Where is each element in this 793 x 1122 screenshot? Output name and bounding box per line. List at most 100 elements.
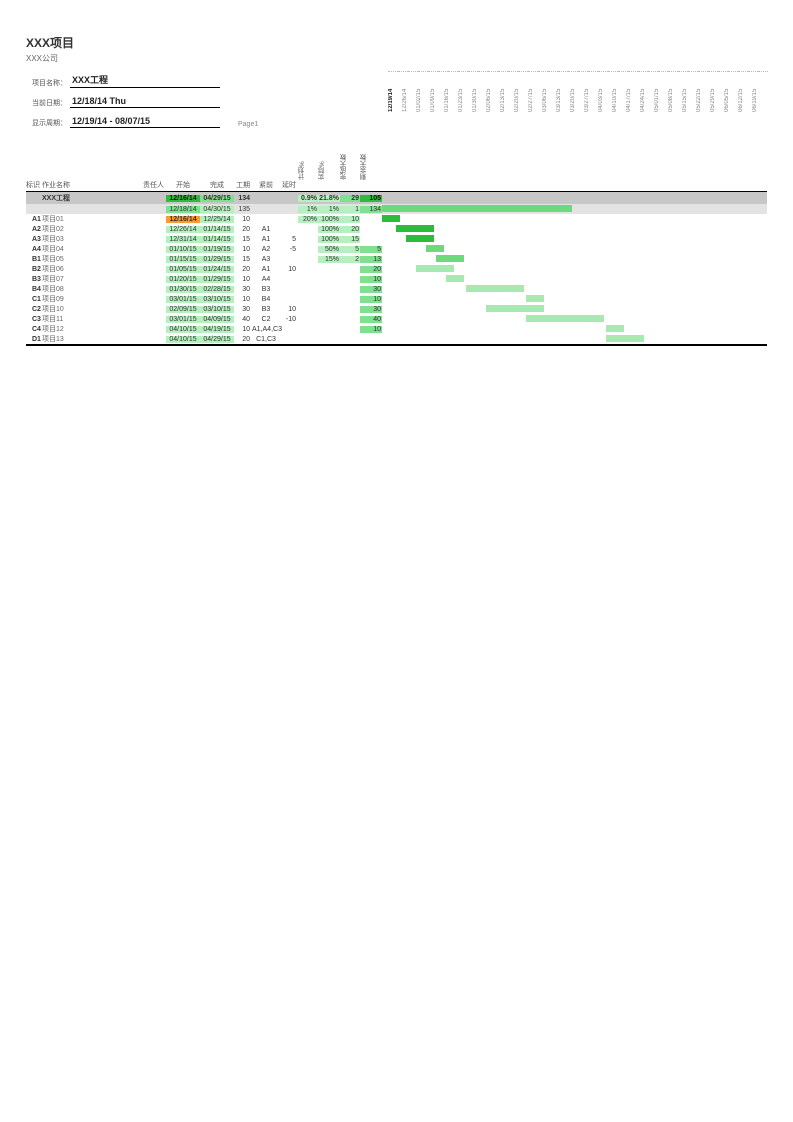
gantt-bar bbox=[406, 235, 434, 242]
gantt-date: 02/27/15 bbox=[528, 74, 542, 112]
row-pred: A1 bbox=[252, 236, 280, 243]
sum-end: 04/29/15 bbox=[200, 195, 234, 202]
row-pred: A3 bbox=[252, 256, 280, 263]
row-dly: 10 bbox=[280, 266, 298, 273]
row-pred: A1 bbox=[252, 266, 280, 273]
row-rem: 20 bbox=[360, 266, 382, 273]
sub-days: 1 bbox=[340, 206, 360, 213]
row-rem: 30 bbox=[360, 306, 382, 313]
row-dur: 20 bbox=[234, 336, 252, 343]
row-name: 项目09 bbox=[42, 294, 138, 304]
gantt-date: 05/29/15 bbox=[710, 74, 724, 112]
row-end: 04/29/15 bbox=[200, 336, 234, 343]
gantt-date: 05/01/15 bbox=[654, 74, 668, 112]
gantt-date: 02/20/15 bbox=[514, 74, 528, 112]
row-dly: 10 bbox=[280, 306, 298, 313]
gantt-date: 05/08/15 bbox=[668, 74, 682, 112]
table-row: A2项目0212/26/1401/14/1520A1100%20 bbox=[26, 224, 767, 234]
sum-days: 29 bbox=[340, 195, 360, 202]
row-pred: A4 bbox=[252, 276, 280, 283]
gantt-bar bbox=[606, 325, 624, 332]
gantt-date: 12/26/14 bbox=[402, 74, 416, 112]
gantt-cell bbox=[382, 314, 767, 324]
gantt-date: 05/22/15 bbox=[696, 74, 710, 112]
row-act: 100% bbox=[318, 226, 340, 233]
row-dly: 5 bbox=[280, 236, 298, 243]
row-dur: 20 bbox=[234, 226, 252, 233]
gantt-date: 02/06/15 bbox=[486, 74, 500, 112]
row-dur: 10 bbox=[234, 276, 252, 283]
table-row: B3项目0701/20/1501/29/1510A410 bbox=[26, 274, 767, 284]
row-rem: 5 bbox=[360, 246, 382, 253]
row-end: 01/14/15 bbox=[200, 226, 234, 233]
table-row: B2项目0601/05/1501/24/1520A11020 bbox=[26, 264, 767, 274]
row-rem: 10 bbox=[360, 276, 382, 283]
gantt-bar bbox=[446, 275, 464, 282]
row-name: 项目01 bbox=[42, 214, 138, 224]
row-name: 项目06 bbox=[42, 264, 138, 274]
row-id: B3 bbox=[26, 276, 42, 283]
row-rem: 10 bbox=[360, 326, 382, 333]
table-row: C4项目1204/10/1504/19/1510A1,A4,C310 bbox=[26, 324, 767, 334]
gantt-bar bbox=[466, 285, 524, 292]
row-days: 10 bbox=[340, 216, 360, 223]
row-end: 01/14/15 bbox=[200, 236, 234, 243]
row-pred: B4 bbox=[252, 296, 280, 303]
gantt-date: 01/09/15 bbox=[430, 74, 444, 112]
row-start: 12/16/14 bbox=[166, 216, 200, 223]
row-start: 04/10/15 bbox=[166, 326, 200, 333]
summary-row-sub: 12/18/14 04/30/15 135 1% 1% 1 134 bbox=[26, 204, 767, 214]
col-done-days: 完成天数 bbox=[340, 138, 360, 180]
table-row: C2项目1002/09/1503/10/1530B31030 bbox=[26, 304, 767, 314]
row-end: 03/10/15 bbox=[200, 296, 234, 303]
hdr-dur: 工期 bbox=[234, 180, 252, 190]
row-dur: 40 bbox=[234, 316, 252, 323]
col-act-pct: 实际% bbox=[318, 138, 340, 180]
row-name: 项目02 bbox=[42, 224, 138, 234]
gantt-date: 05/15/15 bbox=[682, 74, 696, 112]
gantt-cell bbox=[382, 254, 767, 264]
row-end: 01/29/15 bbox=[200, 256, 234, 263]
row-name: 项目13 bbox=[42, 334, 138, 344]
gantt-cell bbox=[382, 224, 767, 234]
hdr-pred: 紧前 bbox=[252, 180, 280, 190]
row-act: 100% bbox=[318, 216, 340, 223]
value-project: XXX工程 bbox=[70, 73, 220, 88]
row-rem: 10 bbox=[360, 296, 382, 303]
gantt-cell bbox=[382, 334, 767, 344]
table-row: D1项目1304/10/1504/29/1520C1,C3 bbox=[26, 334, 767, 344]
row-name: 项目03 bbox=[42, 234, 138, 244]
row-id: B2 bbox=[26, 266, 42, 273]
gantt-bar bbox=[486, 305, 544, 312]
gantt-bar bbox=[416, 265, 454, 272]
gantt-date: 01/16/15 bbox=[444, 74, 458, 112]
row-dly: -5 bbox=[280, 246, 298, 253]
sum-start: 12/16/14 bbox=[166, 195, 200, 202]
row-id: D1 bbox=[26, 336, 42, 343]
label-date: 当前日期： bbox=[26, 98, 70, 108]
gantt-bar bbox=[526, 295, 544, 302]
table-row: B4项目0801/30/1502/28/1530B330 bbox=[26, 284, 767, 294]
row-id: C1 bbox=[26, 296, 42, 303]
page-number: Page1 bbox=[238, 121, 258, 128]
hdr-name: 作业名称 bbox=[42, 180, 138, 190]
row-rem: 13 bbox=[360, 256, 382, 263]
row-rem: 40 bbox=[360, 316, 382, 323]
row-id: B1 bbox=[26, 256, 42, 263]
row-act: 15% bbox=[318, 256, 340, 263]
row-dur: 10 bbox=[234, 216, 252, 223]
row-pred: C1,C3 bbox=[252, 336, 280, 343]
col-plan-pct: 计划% bbox=[298, 138, 318, 180]
gantt-cell bbox=[382, 284, 767, 294]
row-name: 项目07 bbox=[42, 274, 138, 284]
company-name: XXX公司 bbox=[26, 53, 767, 64]
sub-dur: 135 bbox=[234, 206, 252, 213]
table-row: A1项目0112/16/1412/25/141020%100%10 bbox=[26, 214, 767, 224]
table-row: B1项目0501/15/1501/29/1515A315%213 bbox=[26, 254, 767, 264]
gantt-date: 04/10/15 bbox=[612, 74, 626, 112]
row-id: A2 bbox=[26, 226, 42, 233]
col-rem-days: 剩余天数 bbox=[360, 138, 382, 180]
sum-dur: 134 bbox=[234, 195, 252, 202]
gantt-cell bbox=[382, 324, 767, 334]
sum-act: 21.8% bbox=[318, 195, 340, 202]
